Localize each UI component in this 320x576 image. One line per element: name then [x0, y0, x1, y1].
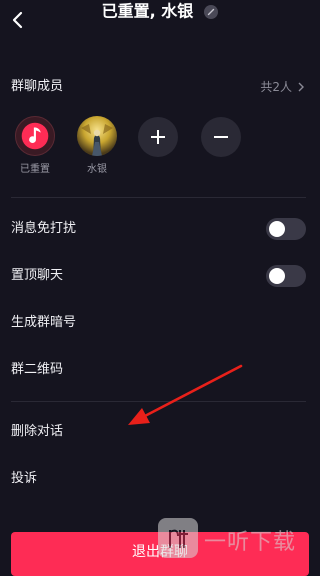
generate-group-code-item[interactable]: 生成群暗号	[11, 313, 76, 333]
title-bar: 已重置, 水银	[0, 0, 320, 23]
divider	[11, 197, 306, 198]
remove-member-button[interactable]	[201, 117, 241, 157]
watermark-logo-icon	[158, 518, 198, 558]
avatar[interactable]	[77, 116, 117, 156]
watermark-text: 一听下载	[204, 530, 297, 555]
member-item[interactable]: 已重置	[13, 116, 57, 176]
header: 已重置, 水银	[0, 0, 320, 44]
avatar-image	[77, 116, 117, 156]
member-name: 水银	[87, 164, 107, 175]
page-title: 已重置, 水银	[101, 1, 194, 21]
mute-notifications-toggle[interactable]	[266, 218, 306, 240]
watermark: 一听下载	[158, 516, 320, 558]
member-count[interactable]: 共2人	[260, 75, 306, 99]
chevron-right-icon	[298, 82, 304, 92]
edit-name-icon[interactable]	[204, 4, 219, 19]
member-count-text: 共2人	[260, 80, 292, 94]
toggle-knob	[269, 221, 285, 237]
toggle-knob	[269, 268, 285, 284]
minus-icon	[214, 136, 228, 138]
report-item[interactable]: 投诉	[11, 469, 37, 489]
mute-notifications-label: 消息免打扰	[11, 221, 77, 236]
group-members-label: 群聊成员	[11, 79, 64, 94]
group-qr-code-item[interactable]: 群二维码	[11, 360, 63, 380]
avatar[interactable]	[15, 116, 55, 156]
add-member-button[interactable]	[138, 117, 178, 157]
pin-chat-toggle[interactable]	[266, 265, 306, 287]
plus-icon	[151, 130, 165, 144]
group-members-row[interactable]: 群聊成员 共2人	[0, 75, 320, 99]
member-item[interactable]: 水银	[75, 116, 119, 176]
delete-conversation-item[interactable]: 删除对话	[11, 422, 63, 442]
divider	[11, 401, 306, 402]
music-note-icon	[21, 122, 49, 150]
pin-chat-label: 置顶聊天	[11, 268, 64, 283]
member-name: 已重置	[20, 164, 50, 175]
